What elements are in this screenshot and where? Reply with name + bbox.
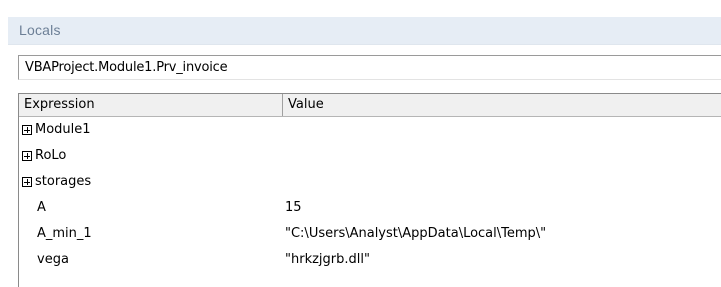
table-row[interactable]: Module1 — [19, 117, 721, 143]
column-header-value[interactable]: Value — [283, 94, 721, 116]
expression-cell: RoLo — [19, 143, 283, 169]
column-header-expression[interactable]: Expression — [19, 94, 283, 116]
context-procedure-label: VBAProject.Module1.Prv_invoice — [25, 60, 228, 75]
value-cell[interactable]: "C:\Users\Analyst\AppData\Local\Temp\" — [283, 221, 546, 247]
title-bar[interactable]: Locals — [8, 17, 721, 45]
window-left-edge — [0, 0, 8, 287]
expression-label: storages — [35, 174, 92, 189]
expand-plus-icon[interactable] — [22, 151, 32, 161]
value-cell[interactable] — [283, 143, 285, 169]
grid-header: Expression Value — [19, 94, 721, 117]
expand-plus-icon[interactable] — [22, 125, 32, 135]
table-row[interactable]: A 15 — [19, 195, 721, 221]
expand-plus-icon[interactable] — [22, 177, 32, 187]
expression-cell: storages — [19, 169, 283, 195]
window-title: Locals — [19, 22, 61, 38]
expression-cell: Module1 — [19, 117, 283, 143]
expression-label: A_min_1 — [37, 226, 92, 241]
context-field[interactable]: VBAProject.Module1.Prv_invoice — [18, 55, 721, 80]
value-cell[interactable]: 15 — [283, 195, 302, 221]
value-cell[interactable] — [283, 117, 285, 143]
table-row[interactable]: A_min_1 "C:\Users\Analyst\AppData\Local\… — [19, 221, 721, 247]
expression-label: vega — [37, 252, 69, 267]
expression-cell: A — [19, 195, 283, 221]
expression-cell: vega — [19, 247, 283, 273]
expression-label: A — [37, 200, 46, 215]
locals-grid[interactable]: Expression Value Module1 RoLo storages A… — [18, 93, 721, 287]
expression-label: Module1 — [35, 122, 91, 137]
table-row[interactable]: vega "hrkzjgrb.dll" — [19, 247, 721, 273]
value-cell[interactable] — [283, 169, 285, 195]
locals-window: Locals VBAProject.Module1.Prv_invoice Ex… — [0, 0, 721, 287]
value-cell[interactable]: "hrkzjgrb.dll" — [283, 247, 370, 273]
table-row[interactable]: RoLo — [19, 143, 721, 169]
table-row[interactable]: storages — [19, 169, 721, 195]
expression-label: RoLo — [35, 148, 67, 163]
expression-cell: A_min_1 — [19, 221, 283, 247]
